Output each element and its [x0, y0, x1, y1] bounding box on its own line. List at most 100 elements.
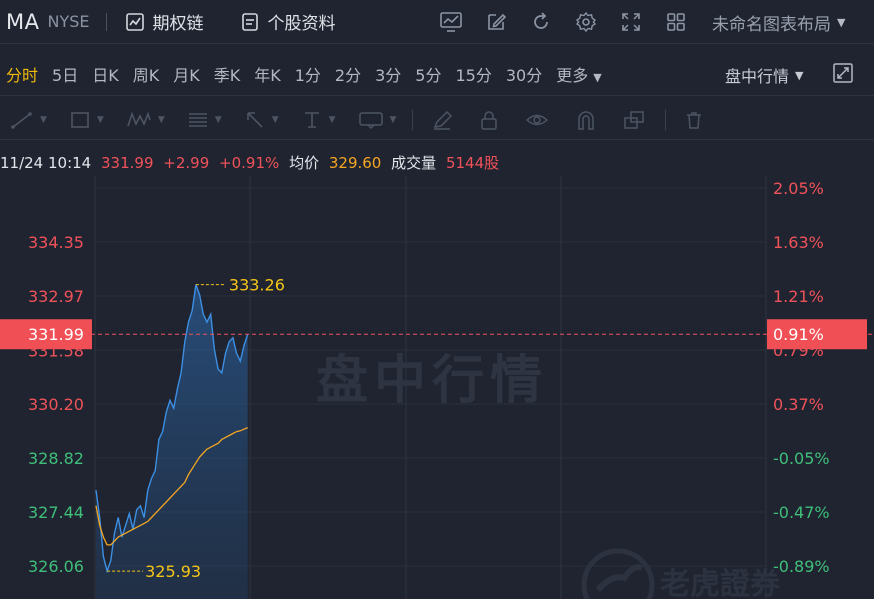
options-chain-icon: [125, 12, 144, 31]
market-mode-label: 盘中行情: [725, 67, 790, 86]
tab-monthly-k[interactable]: 月K: [173, 62, 200, 86]
trash-icon: [687, 111, 702, 129]
chevron-down-icon: ▼: [593, 70, 602, 84]
y-tick-label-left: 334.35: [28, 233, 84, 252]
tab-1-min[interactable]: 1分: [295, 62, 321, 86]
settings-button[interactable]: [563, 8, 608, 36]
monitor-chart-icon: [439, 12, 462, 32]
brush-icon: [434, 110, 453, 130]
gear-icon: [575, 11, 596, 33]
text-tool[interactable]: ▼: [301, 110, 336, 130]
options-chain-button[interactable]: 期权链: [125, 9, 204, 34]
expand-arrows-icon: [621, 13, 640, 31]
low-price-label: 325.93: [145, 562, 201, 581]
broker-logo: 老虎證券: [581, 548, 781, 599]
fib-tool[interactable]: ▼: [187, 110, 222, 130]
price-label-tool[interactable]: ▼: [358, 110, 397, 130]
chevron-down-icon: ▼: [40, 114, 47, 125]
chevron-down-icon: ▼: [157, 114, 165, 125]
top-header: MA NYSE 期权链 个股资料 未命名图表布局 ▼: [0, 0, 874, 44]
chevron-down-icon: ▼: [389, 114, 397, 125]
wave-tool[interactable]: ▼: [126, 110, 165, 130]
tab-quarterly-k[interactable]: 季K: [214, 62, 241, 86]
chart-app: MA NYSE 期权链 个股资料 未命名图表布局 ▼ 分时 5日 日K 周K 月…: [0, 0, 874, 599]
y-tick-label-right: 2.05%: [773, 179, 824, 198]
text-cursor-icon: [304, 111, 319, 128]
y-tick-label-left: 327.44: [28, 503, 84, 522]
tab-3-min[interactable]: 3分: [375, 62, 401, 86]
price-tag-icon: [358, 111, 383, 129]
tab-5-day[interactable]: 5日: [52, 62, 78, 86]
document-icon: [241, 12, 258, 31]
rectangle-icon: [71, 111, 89, 128]
clone-tool[interactable]: [623, 110, 645, 130]
plot-area: [0, 284, 874, 599]
tab-intraday[interactable]: 分时: [6, 62, 38, 86]
wave-pattern-icon: [127, 111, 151, 126]
quote-datetime: 11/24 10:14: [0, 154, 92, 172]
y-tick-label-left: 328.82: [28, 449, 84, 468]
tab-daily-k[interactable]: 日K: [92, 62, 119, 86]
y-tick-label-right: -0.05%: [773, 449, 830, 468]
tab-yearly-k[interactable]: 年K: [254, 62, 281, 86]
expand-chart-button[interactable]: [832, 62, 854, 88]
high-price-label: 333.26: [229, 276, 285, 295]
market-mode-select[interactable]: 盘中行情 ▼: [725, 63, 803, 87]
tab-more[interactable]: 更多 ▼: [556, 62, 601, 86]
chevron-down-icon: ▼: [837, 16, 846, 29]
stock-info-button[interactable]: 个股资料: [240, 9, 336, 34]
tab-30-min[interactable]: 30分: [506, 62, 542, 86]
refresh-icon: [533, 12, 548, 29]
magnet-icon: [578, 110, 595, 130]
refresh-button[interactable]: [518, 8, 563, 36]
visibility-tool[interactable]: [525, 110, 549, 130]
chevron-down-icon: ▼: [96, 114, 104, 125]
tab-15-min[interactable]: 15分: [455, 62, 491, 86]
volume-value: 5144股: [445, 154, 500, 172]
stock-info-label: 个股资料: [267, 14, 336, 34]
avg-price-value: 329.60: [328, 154, 382, 172]
quote-change-pct: +0.91%: [219, 154, 280, 172]
current-price-badge-text: 331.99: [28, 325, 84, 344]
watermark-text: 盘中行情: [316, 351, 548, 411]
eye-icon: [526, 114, 549, 125]
quote-info-line: 11/24 10:14 331.99 +2.99 +0.91% 均价 329.6…: [0, 152, 504, 173]
delete-tool[interactable]: [684, 110, 704, 130]
lock-tool[interactable]: [479, 110, 499, 130]
tab-2-min[interactable]: 2分: [335, 62, 361, 86]
tab-weekly-k[interactable]: 周K: [133, 62, 160, 86]
arrow-tool[interactable]: ▼: [244, 110, 279, 130]
drawing-toolbar: ▼ ▼ ▼ ▼ ▼ ▼ ▼: [0, 100, 874, 140]
y-tick-label-right: 0.37%: [773, 395, 824, 414]
chevron-down-icon: ▼: [328, 114, 336, 125]
period-tab-bar: 分时 5日 日K 周K 月K 季K 年K 1分 2分 3分 5分 15分 30分…: [0, 52, 874, 96]
chevron-down-icon: ▼: [214, 114, 222, 125]
grid-icon: [666, 13, 685, 31]
exchange-label: NYSE: [47, 12, 90, 31]
trendline-icon: [11, 111, 32, 129]
chevron-down-icon: ▼: [271, 114, 279, 125]
trendline-tool[interactable]: ▼: [10, 110, 47, 130]
y-tick-label-right: 1.63%: [773, 233, 824, 252]
quote-price: 331.99: [101, 154, 154, 172]
symbol-label[interactable]: MA: [6, 10, 39, 34]
toolbar-divider: [665, 109, 667, 130]
options-chain-label: 期权链: [152, 14, 204, 34]
chevron-down-icon: ▼: [795, 68, 804, 82]
brush-tool[interactable]: [431, 110, 453, 130]
header-divider: [105, 12, 107, 31]
layout-select[interactable]: 未命名图表布局 ▼: [712, 10, 845, 35]
tab-5-min[interactable]: 5分: [415, 62, 441, 86]
rectangle-tool[interactable]: ▼: [69, 110, 104, 130]
layout-grid-button[interactable]: [653, 8, 698, 36]
fullscreen-button[interactable]: [608, 8, 653, 36]
y-tick-label-left: 332.97: [28, 287, 84, 306]
y-tick-label-left: 330.20: [28, 395, 84, 414]
magnet-tool[interactable]: [575, 110, 597, 130]
quote-change: +2.99: [163, 154, 210, 172]
y-tick-label-left: 326.06: [28, 557, 84, 576]
indicator-button[interactable]: [428, 8, 473, 36]
edit-button[interactable]: [473, 8, 518, 36]
intraday-chart[interactable]: 盘中行情 老虎證券 334.35332.97331.58330.20328.82…: [0, 176, 874, 599]
current-pct-badge-text: 0.91%: [773, 325, 824, 344]
